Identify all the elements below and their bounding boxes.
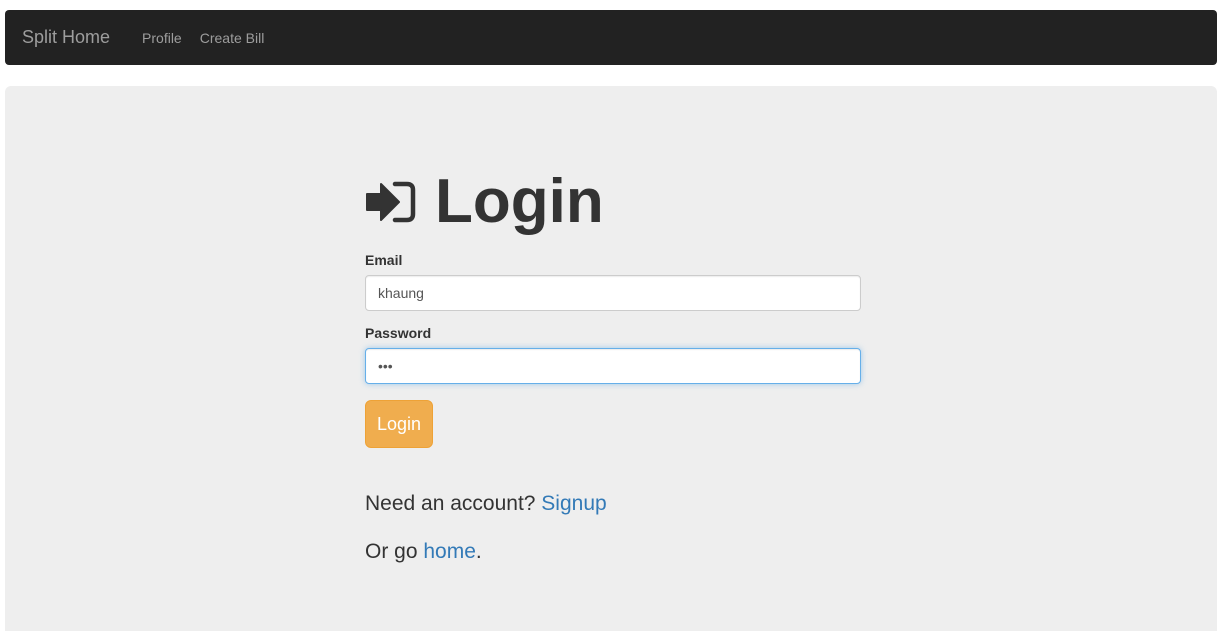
top-navbar: Split Home Profile Create Bill	[5, 10, 1217, 65]
email-field[interactable]	[365, 275, 861, 311]
brand-link[interactable]: Split Home	[22, 27, 110, 48]
signup-link[interactable]: Signup	[541, 492, 606, 515]
password-field[interactable]	[365, 348, 861, 384]
login-button[interactable]: Login	[365, 400, 434, 448]
signup-prefix-text: Need an account?	[365, 492, 542, 515]
home-suffix-text: .	[475, 540, 482, 563]
sign-in-icon	[366, 181, 416, 223]
home-link[interactable]: home	[423, 540, 476, 563]
login-form: Login Email Password Login Need an accou…	[365, 166, 861, 564]
login-panel: Login Email Password Login Need an accou…	[5, 86, 1217, 631]
nav-link-profile[interactable]: Profile	[142, 30, 182, 46]
home-prefix-text: Or go	[365, 540, 424, 563]
page-title: Login	[365, 166, 861, 238]
page-title-text: Login	[435, 167, 604, 236]
email-label: Email	[365, 252, 403, 268]
home-prompt: Or go home.	[365, 540, 861, 564]
nav-link-create-bill[interactable]: Create Bill	[200, 30, 265, 46]
signup-prompt: Need an account? Signup	[365, 492, 861, 516]
password-label: Password	[365, 325, 432, 341]
